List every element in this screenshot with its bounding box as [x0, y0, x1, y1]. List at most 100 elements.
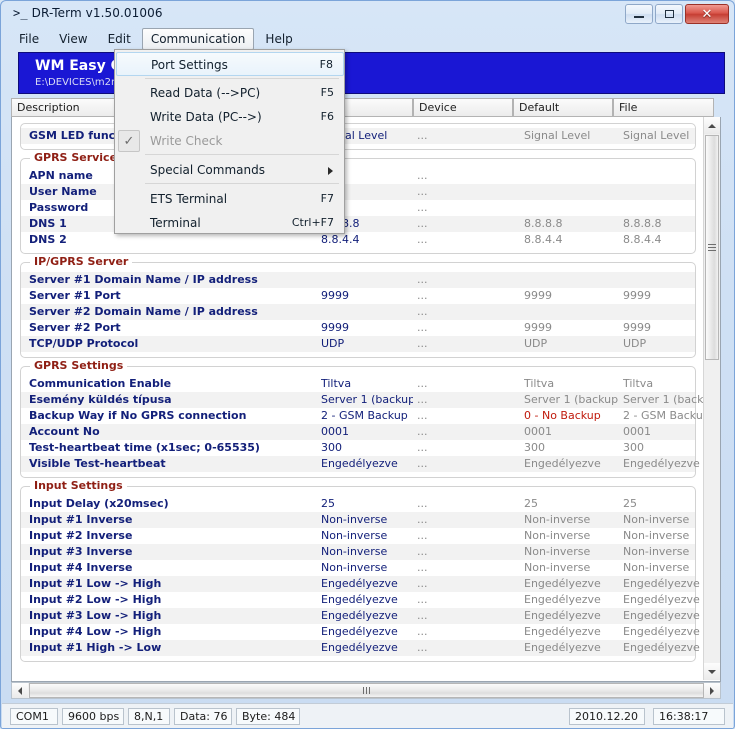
menu-item-write-check: Write Check	[116, 129, 344, 153]
menu-separator	[145, 183, 339, 184]
row-default-value: Non-inverse	[524, 513, 591, 526]
row-ellipsis: ...	[417, 593, 428, 606]
table-row[interactable]: Server #2 Domain Name / IP address...	[21, 304, 695, 320]
table-row[interactable]: Test-heartbeat time (x1sec; 0-65535) 300.…	[21, 440, 695, 456]
row-default-value: 8.8.8.8	[524, 217, 563, 230]
menu-item-shortcut: F6	[320, 110, 334, 123]
row-description: Server #1 Domain Name / IP address	[29, 273, 258, 286]
row-description: Esemény küldés típusa	[29, 393, 172, 406]
column-header-device[interactable]: Device	[413, 98, 513, 117]
table-row[interactable]: Input #2 Inverse Non-inverse... Non-invers…	[21, 528, 695, 544]
menu-item-label: Read Data (-->PC)	[150, 86, 261, 100]
vertical-scroll-thumb[interactable]	[705, 135, 719, 360]
menu-help[interactable]: Help	[256, 28, 301, 50]
table-row[interactable]: TCP/UDP Protocol UDP... UDP UDP	[21, 336, 695, 352]
row-ellipsis: ...	[417, 377, 428, 390]
table-row[interactable]: Input #1 Inverse Non-inverse... Non-invers…	[21, 512, 695, 528]
row-file-value: Signal Level	[623, 129, 690, 142]
scroll-down-button[interactable]	[704, 663, 720, 680]
grip-icon	[363, 687, 370, 694]
row-default-value: UDP	[524, 337, 548, 350]
row-default-value: Engedélyezve	[524, 625, 601, 638]
row-device-value: Tiltva	[321, 377, 352, 390]
row-device-value: Engedélyezve	[321, 625, 398, 638]
table-row[interactable]: Input #1 High -> Low Engedélyezve... Enged…	[21, 640, 700, 656]
column-header-file[interactable]: File	[613, 98, 714, 117]
row-device-value: 0001	[321, 425, 349, 438]
menu-item-shortcut: Ctrl+F7	[291, 216, 334, 229]
table-row[interactable]: Input #3 Low -> High Engedélyezve... Enged…	[21, 608, 700, 624]
row-default-value: Non-inverse	[524, 529, 591, 542]
row-description: Input #2 Low -> High	[29, 593, 162, 606]
row-description: Input #4 Inverse	[29, 561, 133, 574]
close-button[interactable]: ✕	[685, 4, 729, 24]
row-default-value: Non-inverse	[524, 561, 591, 574]
row-ellipsis: ...	[417, 545, 428, 558]
row-device-value: Non-inverse	[321, 545, 388, 558]
menu-file[interactable]: File	[10, 28, 48, 50]
row-default-value: Engedélyezve	[524, 457, 601, 470]
row-default-value: Engedélyezve	[524, 641, 601, 654]
table-row[interactable]: Communication Enable Tiltva... Tiltva Tiltv…	[21, 376, 695, 392]
row-file-value: Engedélyezve	[623, 457, 700, 470]
row-device-value: 25	[321, 497, 335, 510]
row-ellipsis: ...	[417, 185, 428, 198]
table-row[interactable]: Input #4 Low -> High Engedélyezve... Enged…	[21, 624, 700, 640]
row-file-value: Non-inverse	[623, 529, 690, 542]
table-row[interactable]: Account No 0001... 0001 0001	[21, 424, 695, 440]
menu-separator	[145, 154, 339, 155]
submenu-arrow-icon	[328, 167, 333, 175]
row-file-value: Engedélyezve	[623, 609, 700, 622]
scroll-up-button[interactable]	[704, 117, 720, 134]
menu-item-port-settings[interactable]: Port Settings F8	[116, 52, 344, 76]
menu-item-terminal[interactable]: Terminal Ctrl+F7	[116, 211, 344, 235]
row-default-value: Tiltva	[524, 377, 555, 390]
chevron-right-icon	[710, 686, 714, 695]
table-row[interactable]: Input #1 Low -> High Engedélyezve... Enged…	[21, 576, 700, 592]
horizontal-scroll-thumb[interactable]	[29, 683, 704, 698]
row-file-value: Tiltva	[623, 377, 654, 390]
row-ellipsis: ...	[417, 425, 428, 438]
app-window: >_ DR-Term v1.50.01006 ✕ File View Edit C…	[0, 0, 735, 729]
table-row[interactable]: Input #2 Low -> High Engedélyezve... Enged…	[21, 592, 700, 608]
table-row[interactable]: Server #2 Port 9999... 9999 9999	[21, 320, 695, 336]
table-row[interactable]: Backup Way if No GPRS connection 2 - GSM …	[21, 408, 704, 424]
row-ellipsis: ...	[417, 305, 428, 318]
minimize-button[interactable]	[625, 4, 653, 24]
menu-view[interactable]: View	[50, 28, 96, 50]
menu-item-special-commands[interactable]: Special Commands	[116, 158, 344, 182]
table-row[interactable]: Server #1 Port 9999... 9999 9999	[21, 288, 695, 304]
row-ellipsis: ...	[417, 441, 428, 454]
menu-item-label: Write Check	[150, 134, 223, 148]
table-row[interactable]: Input Delay (x20msec) 25... 25 25	[21, 496, 695, 512]
menu-item-write-data-pc[interactable]: Write Data (PC-->) F6	[116, 105, 344, 129]
menu-communication[interactable]: Communication	[141, 28, 255, 50]
row-device-value: 2 - GSM Backup	[321, 409, 408, 422]
row-device-value: Non-inverse	[321, 529, 388, 542]
menu-item-ets-terminal[interactable]: ETS Terminal F7	[116, 187, 344, 211]
maximize-button[interactable]	[655, 4, 683, 24]
console-prompt-icon: >_	[13, 6, 28, 20]
table-row[interactable]: Visible Test-heartbeat Engedélyezve... Eng…	[21, 456, 700, 472]
table-row[interactable]: Server #1 Domain Name / IP address...	[21, 272, 695, 288]
horizontal-scrollbar[interactable]	[11, 682, 721, 699]
row-description: Test-heartbeat time (x1sec; 0-65535)	[29, 441, 260, 454]
table-row[interactable]: Input #3 Inverse Non-inverse... Non-invers…	[21, 544, 695, 560]
chevron-up-icon	[708, 123, 716, 128]
scroll-left-button[interactable]	[12, 683, 28, 698]
row-ellipsis: ...	[417, 393, 428, 406]
column-header-default[interactable]: Default	[513, 98, 613, 117]
table-row[interactable]: Esemény küldés típusa Server 1 (backup ..…	[21, 392, 704, 408]
row-file-value: Non-inverse	[623, 545, 690, 558]
vertical-scrollbar[interactable]	[703, 117, 720, 680]
grip-icon	[708, 242, 716, 253]
row-description: Input #4 Low -> High	[29, 625, 162, 638]
table-row[interactable]: Input #4 Inverse Non-inverse... Non-invers…	[21, 560, 695, 576]
menu-item-read-data-pc[interactable]: Read Data (-->PC) F5	[116, 81, 344, 105]
settings-group: Input Settings Input Delay (x20msec) 25...…	[20, 479, 700, 662]
menu-edit[interactable]: Edit	[99, 28, 140, 50]
menu-item-label: Special Commands	[150, 163, 265, 177]
title-bar: >_ DR-Term v1.50.01006 ✕	[1, 1, 734, 28]
status-cell-1: 9600 bps	[62, 708, 124, 725]
scroll-right-button[interactable]	[704, 683, 720, 698]
